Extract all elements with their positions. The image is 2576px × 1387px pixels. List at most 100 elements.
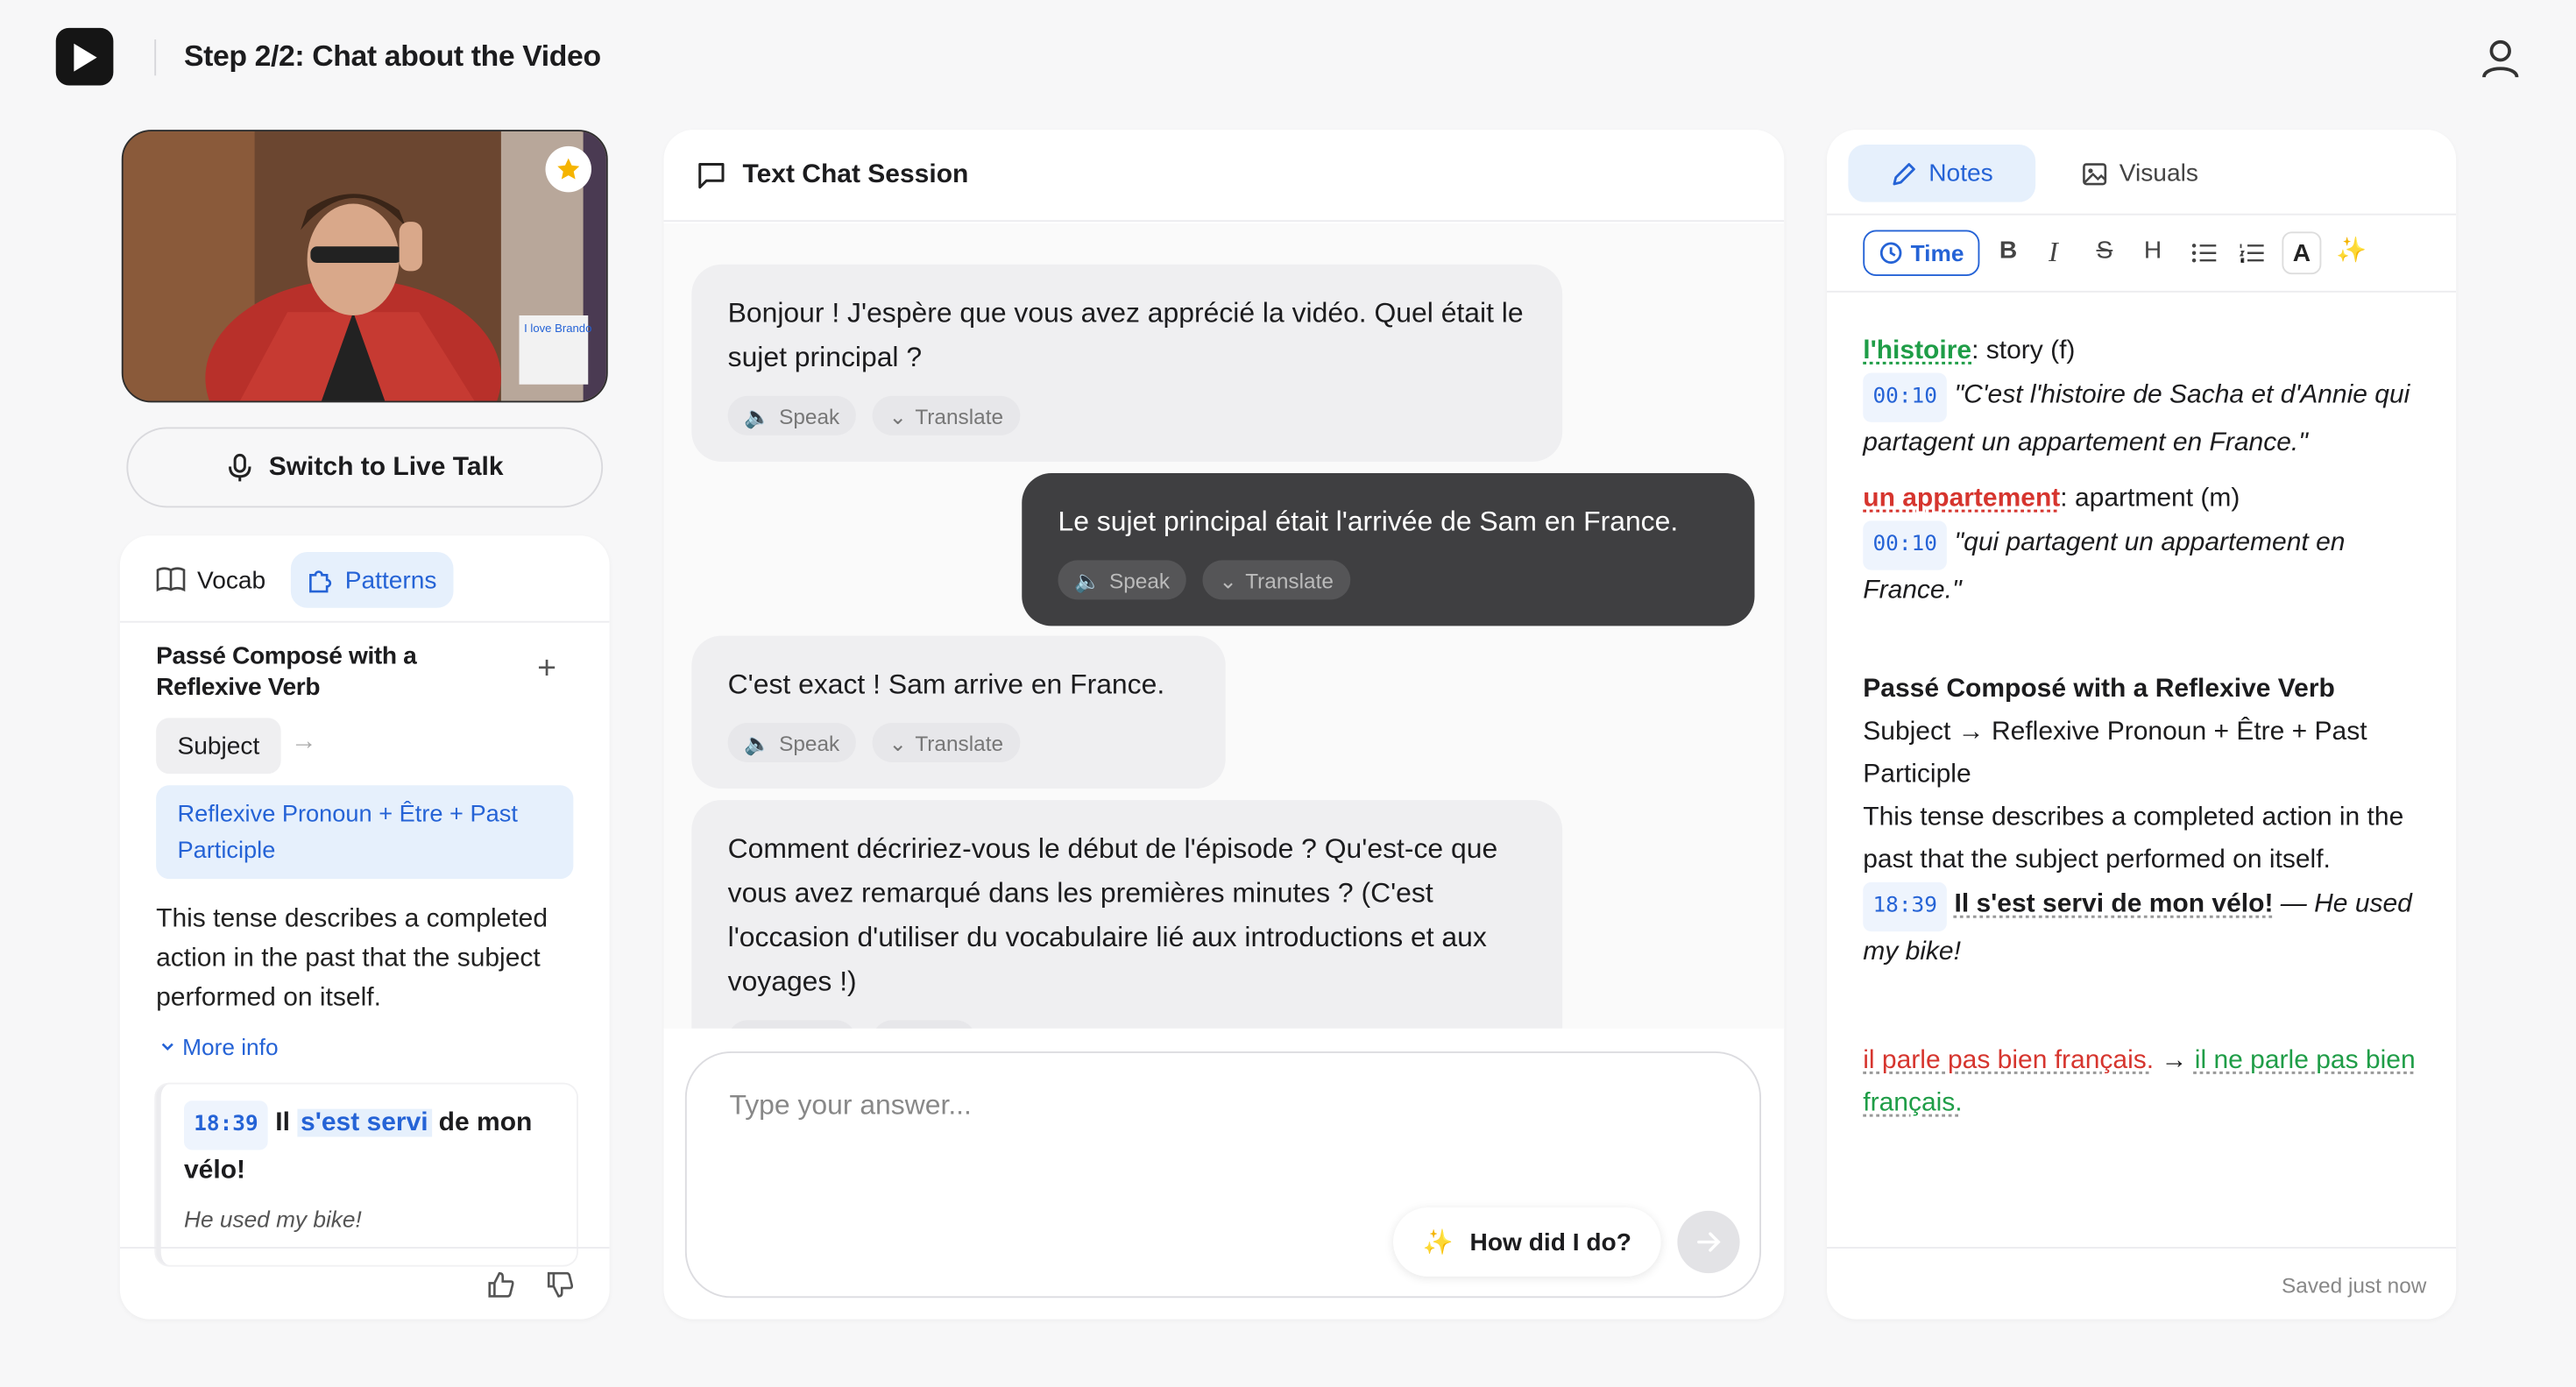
- heading-button[interactable]: H: [2144, 237, 2162, 265]
- italic-button[interactable]: I: [2049, 237, 2058, 270]
- tab-notes-label: Notes: [1928, 159, 1993, 188]
- sparkle-icon: ✨: [1422, 1228, 1454, 1257]
- chevron-down-icon: ⌄: [888, 1018, 906, 1029]
- favorite-button[interactable]: [545, 145, 591, 193]
- insert-time-button[interactable]: Time: [1863, 230, 1981, 276]
- how-did-i-do-button[interactable]: ✨ How did I do?: [1393, 1207, 1661, 1277]
- speaker-icon: 🔈: [1074, 567, 1101, 592]
- switch-live-talk-button[interactable]: Switch to Live Talk: [126, 427, 604, 508]
- translate-label: Translate: [1245, 567, 1334, 592]
- text-color-button[interactable]: A: [2282, 231, 2322, 275]
- notes-toolbar: Time B I S H A ✨: [1827, 217, 2457, 293]
- saved-status: Saved just now: [2282, 1273, 2427, 1299]
- notes-pattern-formula: Subject → Reflexive Pronoun + Être + Pas…: [1863, 718, 2367, 789]
- feedback-row: [119, 1247, 610, 1320]
- notes-card: Notes Visuals Time B I S H A ✨ l'histoir…: [1827, 130, 2457, 1320]
- tab-vocab[interactable]: Vocab: [139, 552, 282, 608]
- notes-pattern-example: 18:39 Il s'est servi de mon vélo! — He u…: [1863, 881, 2422, 974]
- chat-message-ai: Bonjour ! J'espère que vous avez appréci…: [691, 264, 1563, 462]
- clock-icon: [1879, 242, 1902, 265]
- bullet-list-icon[interactable]: [2191, 244, 2217, 264]
- speak-button[interactable]: 🔈 Speak: [727, 723, 856, 762]
- answer-input[interactable]: [729, 1089, 1682, 1188]
- message-text: Le sujet principal était l'arrivée de Sa…: [1058, 506, 1679, 538]
- vocab-timestamp[interactable]: 00:10: [1863, 520, 1948, 570]
- speak-label: Speak: [779, 1018, 839, 1029]
- header-divider: [154, 39, 157, 76]
- video-thumbnail[interactable]: I love Brando: [121, 130, 608, 403]
- vocab-quote: 00:10 "C'est l'histoire de Sacha et d'An…: [1863, 372, 2422, 465]
- speak-button[interactable]: 🔈 Speak: [727, 395, 856, 435]
- user-icon[interactable]: [2478, 36, 2524, 82]
- page-title: Step 2/2: Chat about the Video: [184, 39, 601, 73]
- formula-chip: Reflexive Pronoun + Être + Past Particip…: [156, 785, 574, 880]
- vocab-quote: 00:10 "qui partagent un appartement en F…: [1863, 520, 2422, 612]
- add-pattern-button[interactable]: +: [537, 651, 556, 689]
- speaker-icon: 🔈: [744, 403, 771, 428]
- star-icon: [557, 158, 580, 180]
- send-button[interactable]: [1677, 1210, 1740, 1274]
- pattern-description: This tense describes a completed action …: [156, 905, 548, 1012]
- app-logo[interactable]: [55, 27, 114, 86]
- book-icon: [156, 567, 186, 592]
- vocab-term: un appartement: [1863, 485, 2061, 513]
- translate-button[interactable]: ⌄ Translate: [872, 395, 1020, 435]
- notes-content[interactable]: l'histoire: story (f) 00:10 "C'est l'his…: [1863, 330, 2422, 1126]
- tab-visuals[interactable]: Visuals: [2065, 145, 2215, 202]
- video-frame: I love Brando: [123, 131, 606, 401]
- message-text: C'est exact ! Sam arrive en France.: [727, 669, 1165, 700]
- speak-label: Speak: [1108, 567, 1171, 592]
- speak-button[interactable]: 🔈 Speak: [727, 1018, 856, 1029]
- chat-messages[interactable]: Bonjour ! J'espère que vous avez appréci…: [663, 223, 1785, 1029]
- message-text: Bonjour ! J'espère que vous avez appréci…: [727, 297, 1524, 373]
- translate-label: Translate: [915, 403, 1004, 428]
- example-pre: Il: [275, 1108, 290, 1137]
- correction-entry: il parle pas bien français. → il ne parl…: [1863, 1040, 2422, 1126]
- answer-input-box: ✨ How did I do?: [684, 1051, 1761, 1299]
- chat-title: Text Chat Session: [742, 159, 969, 188]
- arrow-right-icon: [1697, 1232, 1721, 1252]
- correction-wrong: il parle pas bien français.: [1863, 1046, 2155, 1075]
- sparkle-icon[interactable]: ✨: [2336, 235, 2367, 265]
- speaker-icon: 🔈: [744, 1018, 770, 1029]
- translate-button[interactable]: ⌄ Translate: [872, 723, 1020, 762]
- notes-footer: Saved just now: [1827, 1247, 2457, 1320]
- hide-button[interactable]: ⌄ Hide: [872, 1018, 976, 1029]
- play-icon: [73, 42, 96, 71]
- hide-label: Hide: [915, 1018, 959, 1029]
- bold-button[interactable]: B: [1999, 237, 2017, 265]
- speaker-icon: 🔈: [744, 730, 771, 755]
- puzzle-icon: [309, 570, 332, 593]
- vocab-entry: l'histoire: story (f): [1863, 330, 2422, 373]
- chat-message-ai: Comment décririez-vous le début de l'épi…: [691, 800, 1563, 1029]
- more-info-link[interactable]: More info: [159, 1033, 279, 1059]
- chevron-down-icon: ⌄: [888, 403, 907, 428]
- subject-chip: Subject: [156, 718, 281, 775]
- chat-icon: [698, 162, 725, 188]
- translate-button[interactable]: ⌄ Translate: [1202, 560, 1350, 600]
- image-icon: [2083, 162, 2107, 185]
- notes-tabs: Notes Visuals: [1827, 130, 2457, 216]
- tab-vocab-label: Vocab: [197, 565, 266, 594]
- example-timestamp[interactable]: 18:39: [184, 1100, 268, 1150]
- how-did-i-do-label: How did I do?: [1469, 1228, 1631, 1256]
- pattern-timestamp[interactable]: 18:39: [1863, 881, 1948, 932]
- switch-live-talk-label: Switch to Live Talk: [268, 452, 504, 481]
- speak-button[interactable]: 🔈 Speak: [1058, 560, 1186, 600]
- thumbs-up-icon[interactable]: [486, 1270, 516, 1299]
- strikethrough-button[interactable]: S: [2097, 237, 2113, 265]
- notes-pattern-title: Passé Composé with a Reflexive Verb: [1863, 675, 2335, 704]
- left-tabs: Vocab Patterns: [119, 535, 610, 623]
- microphone-icon: [228, 452, 251, 481]
- pattern-example: 18:39 Il s'est servi de mon vélo! He use…: [156, 1084, 577, 1265]
- formula-arrow: →: [290, 727, 317, 756]
- tab-patterns[interactable]: Patterns: [290, 552, 454, 608]
- chat-message-user: Le sujet principal était l'arrivée de Sa…: [1022, 473, 1755, 626]
- thumbs-down-icon[interactable]: [546, 1270, 576, 1299]
- chevron-down-icon: [161, 1043, 173, 1051]
- numbered-list-icon[interactable]: [2239, 244, 2264, 264]
- vocab-timestamp[interactable]: 00:10: [1863, 372, 1948, 422]
- more-info-label: More info: [182, 1033, 279, 1060]
- tab-notes[interactable]: Notes: [1848, 145, 2036, 202]
- translate-label: Translate: [915, 730, 1004, 755]
